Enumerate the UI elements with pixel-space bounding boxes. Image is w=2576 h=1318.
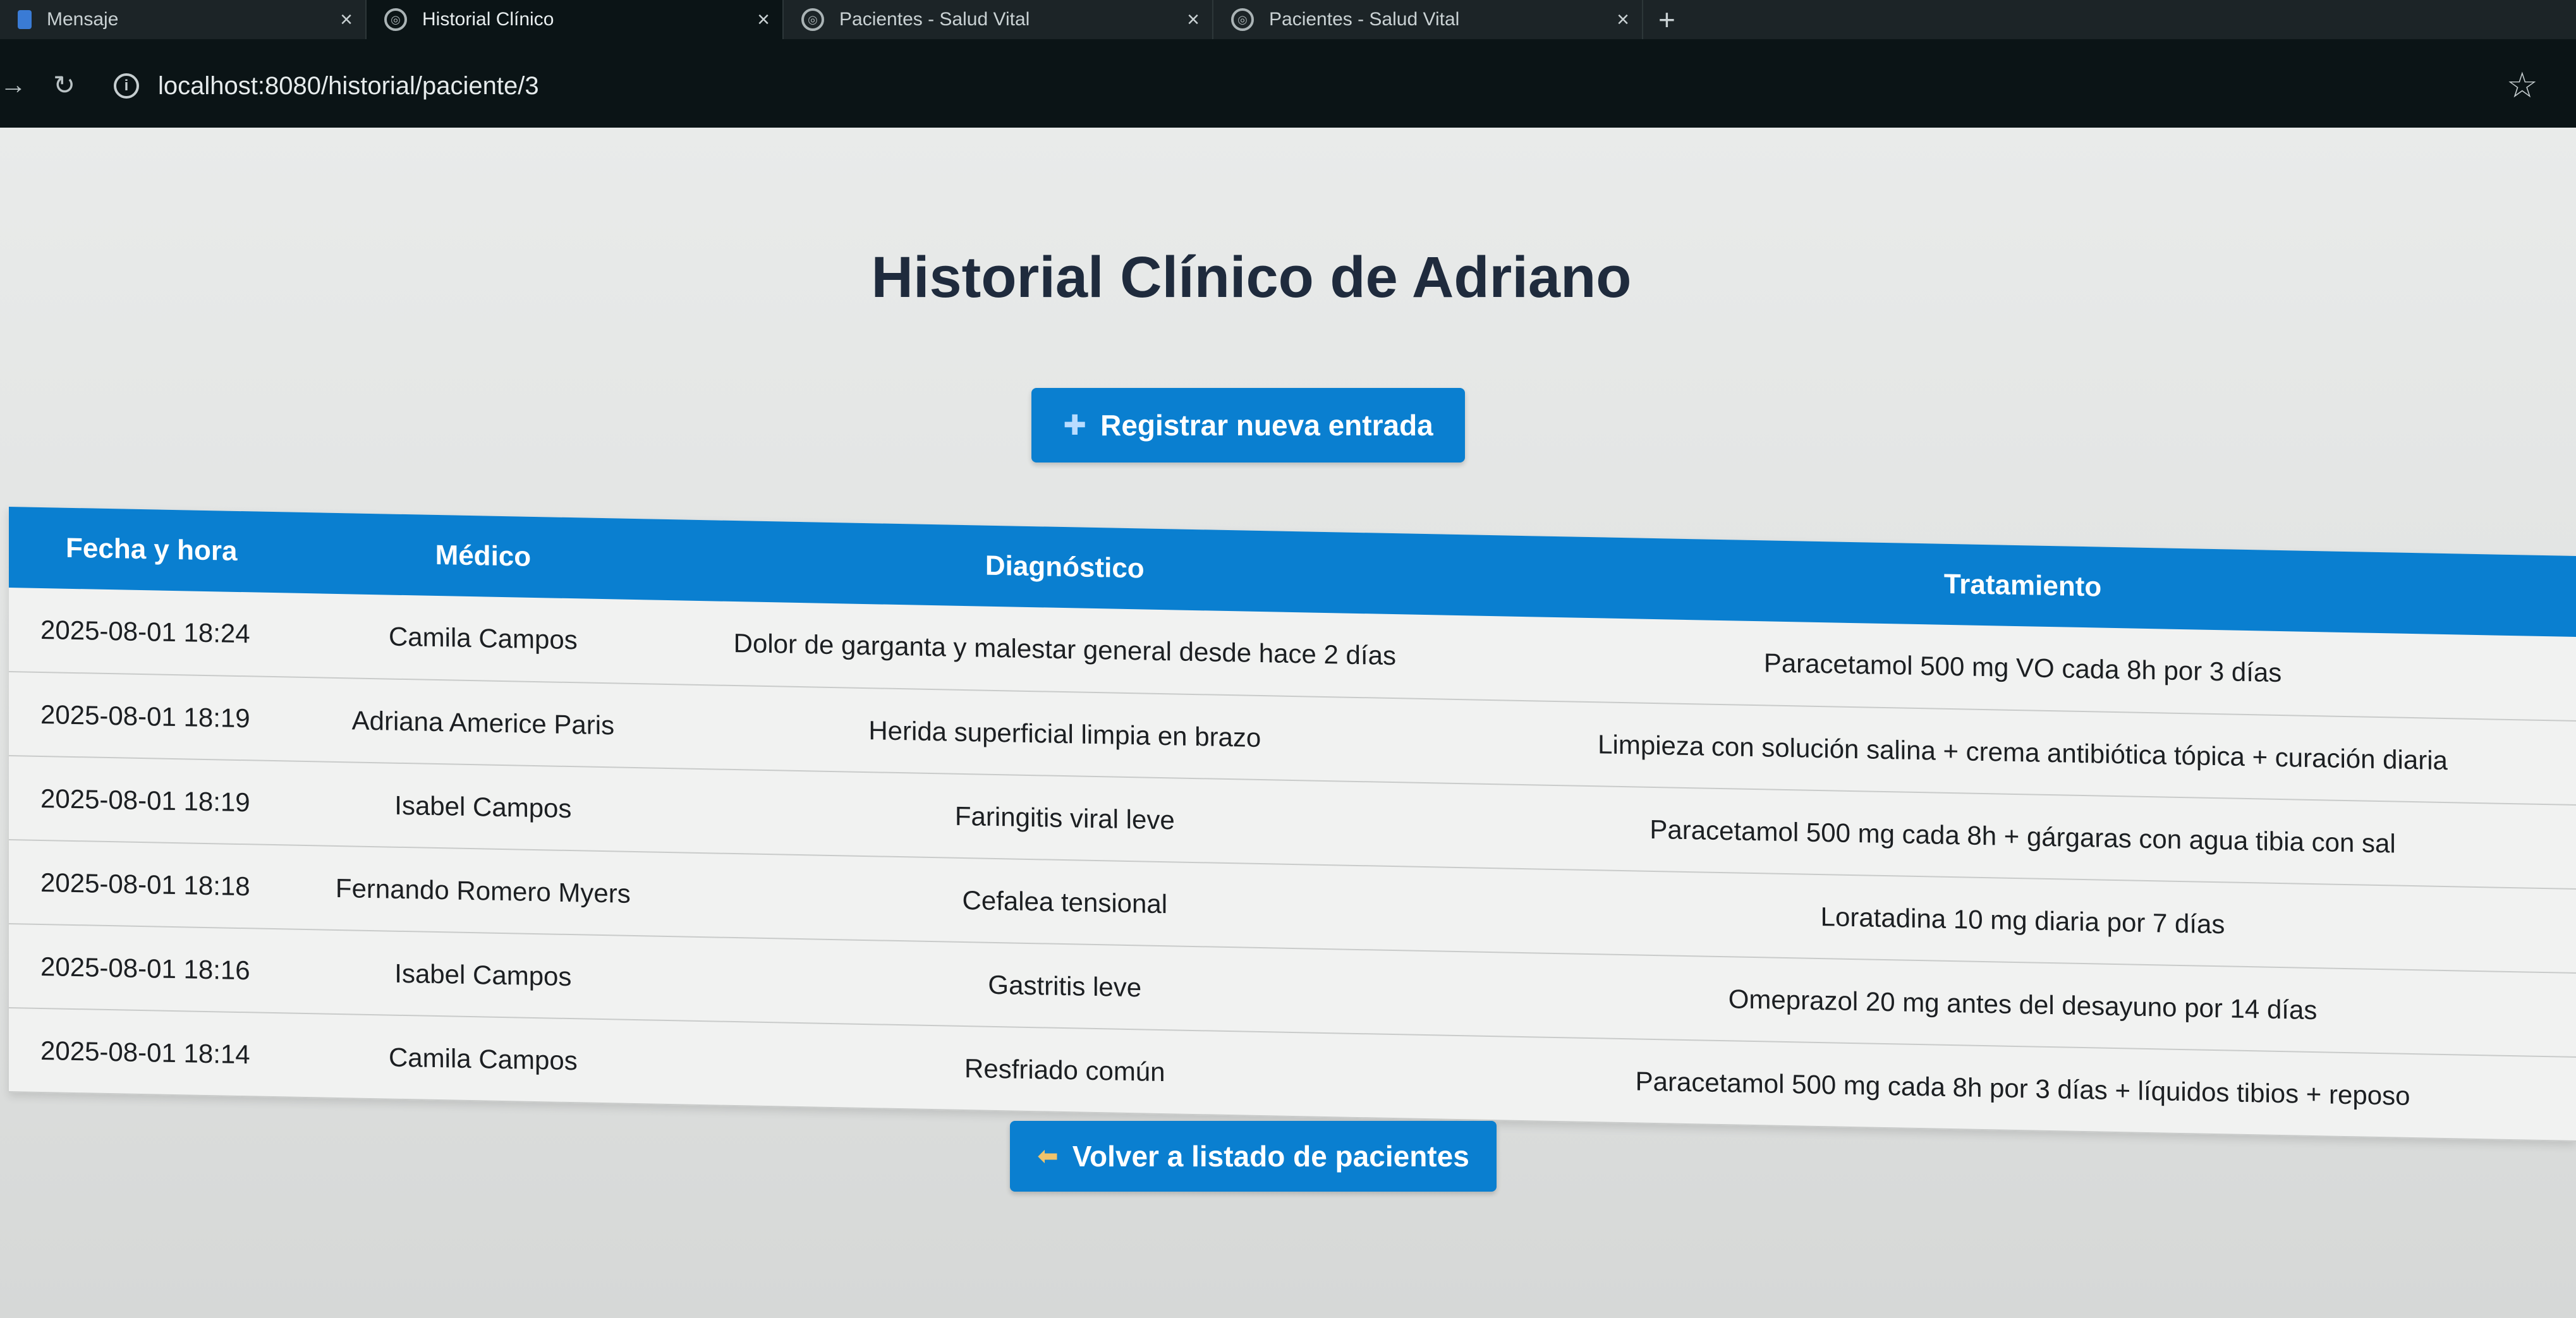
globe-icon: ◎ [384,8,407,31]
url-text: localhost:8080/historial/paciente/3 [158,71,539,100]
cell-diagnostico: Gastritis leve [988,969,1142,1002]
cell-fecha: 2025-08-01 18:19 [40,783,250,817]
message-app-icon [18,10,32,29]
close-icon[interactable]: × [1617,8,1629,32]
new-entry-button[interactable]: ✚ Registrar nueva entrada [1031,388,1465,463]
globe-icon: ◎ [1231,8,1254,31]
reload-icon[interactable]: ↻ [53,70,75,100]
page-title: Historial Clínico de Adriano [871,245,1632,310]
cell-medico: Camila Campos [388,621,578,655]
tab-title: Pacientes - Salud Vital [839,9,1030,30]
back-arrow-icon: ⬅ [1037,1142,1059,1170]
header-diagnostico: Diagnóstico [985,550,1145,584]
cell-diagnostico: Cefalea tensional [962,885,1168,919]
browser-tab-strip: Mensaje × ◎ Historial Clínico × ◎ Pacien… [0,0,2576,39]
star-icon[interactable]: ☆ [2506,64,2538,106]
cell-fecha: 2025-08-01 18:18 [40,867,250,901]
cell-fecha: 2025-08-01 18:16 [40,951,250,985]
tab-mensaje[interactable]: Mensaje × [0,0,367,39]
cell-diagnostico: Herida superficial limpia en brazo [868,715,1261,753]
tab-historial-clinico[interactable]: ◎ Historial Clínico × [367,0,784,39]
cell-medico: Adriana Americe Paris [351,704,615,740]
cell-medico: Isabel Campos [394,790,572,823]
tab-title: Pacientes - Salud Vital [1269,9,1460,30]
new-entry-label: Registrar nueva entrada [1100,409,1433,442]
info-icon[interactable]: i [114,73,139,99]
tab-pacientes-1[interactable]: ◎ Pacientes - Salud Vital × [784,0,1213,39]
page-content: Historial Clínico de Adriano ✚ Registrar… [0,128,2576,1318]
tab-pacientes-2[interactable]: ◎ Pacientes - Salud Vital × [1213,0,1643,39]
forward-icon[interactable]: → [0,70,27,100]
close-icon[interactable]: × [340,8,353,32]
header-fecha: Fecha y hora [66,532,238,567]
cell-fecha: 2025-08-01 18:24 [40,614,250,649]
tab-title: Historial Clínico [422,9,554,30]
cell-diagnostico: Resfriado común [964,1053,1165,1087]
cell-diagnostico: Dolor de garganta y malestar general des… [733,628,1396,671]
cell-medico: Camila Campos [388,1042,578,1075]
plus-icon: ✚ [1063,409,1087,441]
globe-icon: ◎ [801,8,824,31]
cell-fecha: 2025-08-01 18:19 [40,699,250,733]
tab-title: Mensaje [47,9,119,30]
cell-diagnostico: Faringitis viral leve [954,801,1175,835]
back-to-patients-label: Volver a listado de pacientes [1072,1140,1469,1173]
history-table: Fecha y hora Médico Diagnóstico Tratamie… [9,507,2576,1142]
close-icon[interactable]: × [1187,8,1200,32]
header-medico: Médico [435,539,532,572]
url-field[interactable]: i localhost:8080/historial/paciente/3 [114,67,2566,105]
cell-medico: Isabel Campos [394,958,572,991]
cell-medico: Fernando Romero Myers [335,873,631,909]
address-bar: → ↻ i localhost:8080/historial/paciente/… [0,39,2576,128]
cell-fecha: 2025-08-01 18:14 [40,1035,250,1069]
back-to-patients-button[interactable]: ⬅ Volver a listado de pacientes [1010,1121,1497,1192]
close-icon[interactable]: × [757,8,770,32]
new-tab-button[interactable]: + [1643,0,1691,39]
